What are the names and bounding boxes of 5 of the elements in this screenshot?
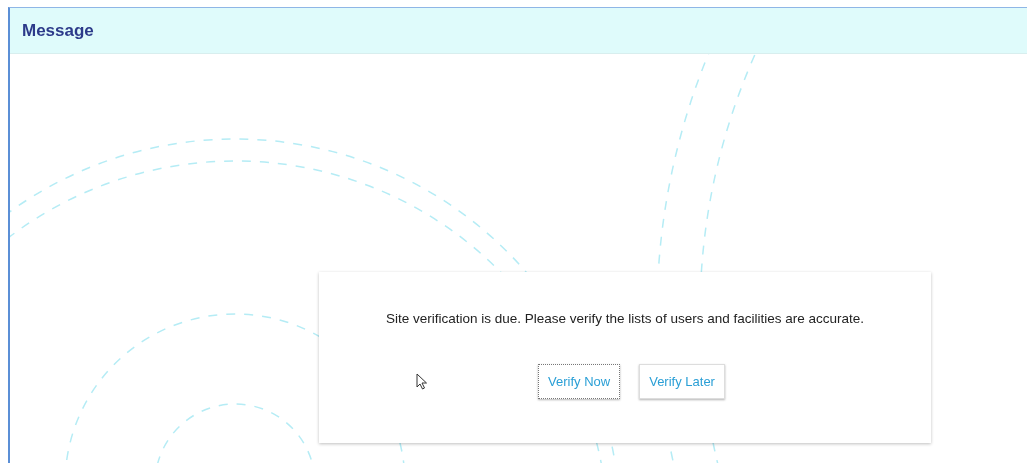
verify-button[interactable]: Verify Later (639, 364, 725, 399)
verify-button[interactable]: Verify Now (538, 364, 621, 399)
window-title: Message (22, 20, 94, 41)
message-text: Site verification is due. Please verify the lists of users and facilities are accurate. (386, 311, 864, 326)
cursor-icon (416, 373, 428, 390)
